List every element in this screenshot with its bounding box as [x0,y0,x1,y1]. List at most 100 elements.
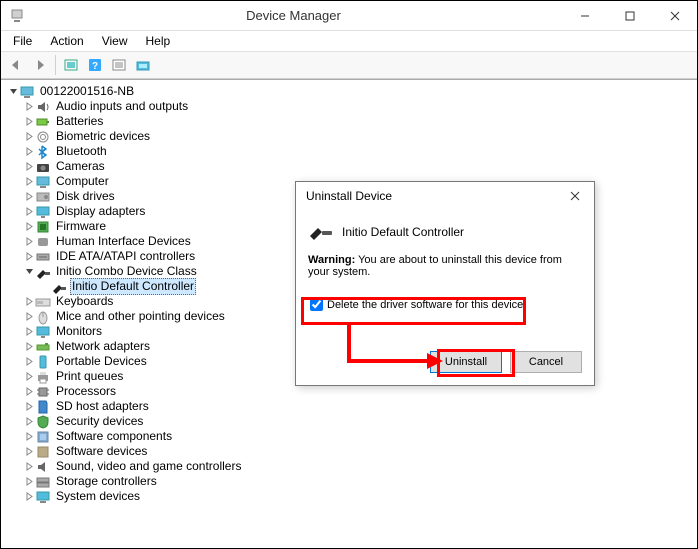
category-icon [35,144,51,160]
maximize-button[interactable] [607,1,652,31]
uninstall-dialog: Uninstall Device Initio Default Controll… [295,181,595,386]
tree-label: Disk drives [54,189,117,204]
category-icon [35,354,51,370]
tree-category[interactable]: Software components [7,429,695,444]
properties-button[interactable] [108,54,130,76]
uninstall-button[interactable]: Uninstall [430,351,502,373]
tree-category[interactable]: System devices [7,489,695,504]
dialog-device-row: Initio Default Controller [308,222,582,242]
expand-icon[interactable] [23,146,35,158]
expand-icon[interactable] [23,446,35,458]
tree-label: Computer [54,174,111,189]
expand-icon[interactable] [23,191,35,203]
show-hidden-button[interactable] [60,54,82,76]
menu-action[interactable]: Action [42,32,91,50]
expand-icon[interactable] [23,461,35,473]
expand-icon[interactable] [23,491,35,503]
tree-label: Print queues [54,369,125,384]
expand-icon[interactable] [23,221,35,233]
tree-label: Monitors [54,324,104,339]
expand-icon[interactable] [23,311,35,323]
tree-category[interactable]: Sound, video and game controllers [7,459,695,474]
menu-view[interactable]: View [94,32,136,50]
category-icon [35,249,51,265]
category-icon [35,219,51,235]
tree-label: Human Interface Devices [54,234,193,249]
titlebar: Device Manager [1,1,697,31]
svg-text:?: ? [92,61,98,72]
tree-category[interactable]: Cameras [7,159,695,174]
tree-root[interactable]: 00122001516-NB [7,84,695,99]
collapse-icon[interactable] [7,86,19,98]
tree-category[interactable]: Batteries [7,114,695,129]
category-icon [35,444,51,460]
tree-root-label: 00122001516-NB [38,84,136,99]
app-icon [9,8,25,24]
help-button[interactable]: ? [84,54,106,76]
toolbar: ? [1,51,697,79]
toolbar-separator [55,55,56,75]
delete-driver-checkbox[interactable] [310,298,323,311]
expand-icon[interactable] [23,326,35,338]
window-title: Device Manager [25,8,562,23]
expand-icon[interactable] [23,236,35,248]
menu-file[interactable]: File [5,32,40,50]
tree-category[interactable]: Security devices [7,414,695,429]
expand-icon[interactable] [23,116,35,128]
tree-label: System devices [54,489,142,504]
tree-category[interactable]: Storage controllers [7,474,695,489]
tree-label: Display adapters [54,204,147,219]
tree-label: Cameras [54,159,107,174]
expand-icon[interactable] [23,416,35,428]
warning-label: Warning: [308,254,355,266]
category-icon [35,399,51,415]
category-icon [35,324,51,340]
expand-icon[interactable] [23,131,35,143]
tree-label: Initio Combo Device Class [54,264,199,279]
tree-category[interactable]: Audio inputs and outputs [7,99,695,114]
expand-icon[interactable] [23,161,35,173]
tree-label-selected: Initio Default Controller [70,278,196,295]
category-icon [35,174,51,190]
tree-label: Mice and other pointing devices [54,309,227,324]
category-icon [35,489,51,505]
expand-icon[interactable] [23,371,35,383]
expand-icon[interactable] [23,101,35,113]
tree-category[interactable]: Processors [7,384,695,399]
tree-label: Firmware [54,219,108,234]
tree-label: Audio inputs and outputs [54,99,190,114]
scan-button[interactable] [132,54,154,76]
expand-icon[interactable] [23,296,35,308]
tree-label: Keyboards [54,294,115,309]
expand-icon[interactable] [23,206,35,218]
forward-button[interactable] [29,54,51,76]
close-button[interactable] [652,1,697,31]
back-button[interactable] [5,54,27,76]
tree-category[interactable]: Biometric devices [7,129,695,144]
minimize-button[interactable] [562,1,607,31]
tree-label: Bluetooth [54,144,109,159]
category-icon [35,234,51,250]
expand-icon[interactable] [23,431,35,443]
tree-category[interactable]: Software devices [7,444,695,459]
expand-icon[interactable] [23,356,35,368]
expand-icon[interactable] [23,341,35,353]
tree-category[interactable]: SD host adapters [7,399,695,414]
expand-icon[interactable] [23,401,35,413]
collapse-icon[interactable] [23,266,35,278]
expand-icon[interactable] [23,251,35,263]
expand-icon[interactable] [23,386,35,398]
dialog-titlebar: Uninstall Device [296,182,594,210]
cancel-button[interactable]: Cancel [510,351,582,373]
menu-help[interactable]: Help [138,32,179,50]
tree-label: Processors [54,384,118,399]
expand-icon[interactable] [23,476,35,488]
dialog-close-button[interactable] [562,189,588,204]
category-icon [35,309,51,325]
expand-icon[interactable] [23,176,35,188]
tree-label: Portable Devices [54,354,149,369]
delete-driver-checkbox-row[interactable]: Delete the driver software for this devi… [308,296,582,313]
category-icon [35,114,51,130]
tree-category[interactable]: Bluetooth [7,144,695,159]
combo-icon [35,264,51,280]
